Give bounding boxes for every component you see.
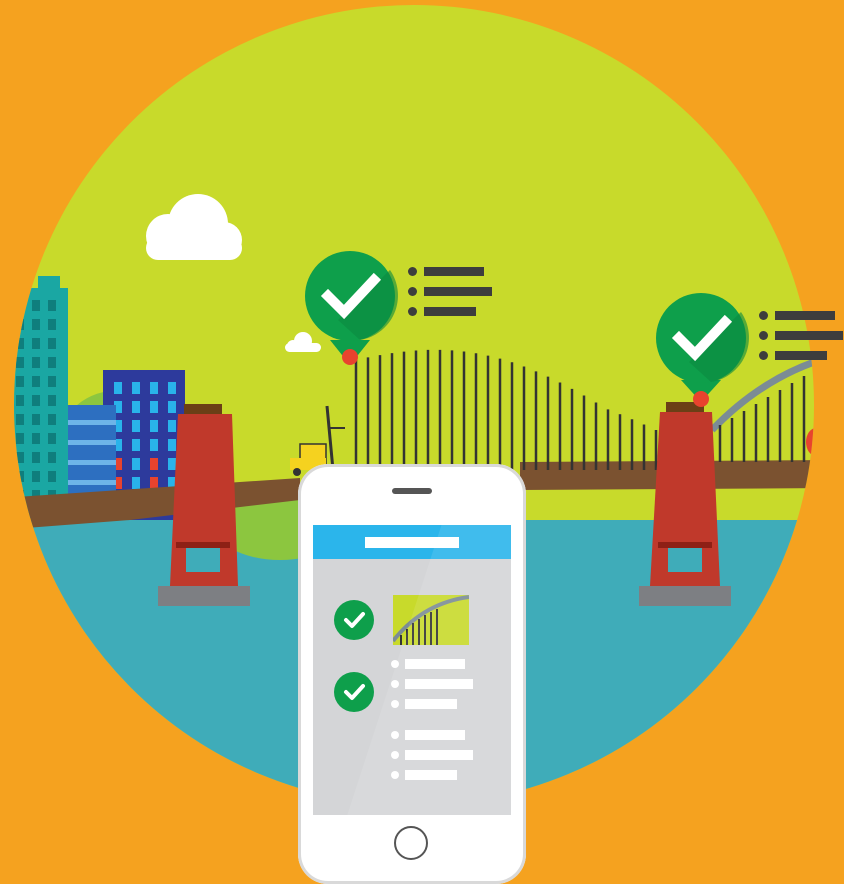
window [48, 376, 56, 387]
window [132, 458, 140, 470]
window [32, 395, 40, 406]
window [16, 414, 24, 425]
window [16, 319, 24, 330]
window [32, 452, 40, 463]
window [168, 458, 176, 470]
vehicle [806, 428, 814, 456]
window [48, 471, 56, 482]
window [150, 477, 158, 489]
window [32, 376, 40, 387]
window [32, 300, 40, 311]
smartphone [298, 464, 526, 884]
window [168, 382, 176, 394]
phone-speaker [392, 488, 432, 494]
window [32, 319, 40, 330]
window [150, 458, 158, 470]
window [132, 477, 140, 489]
check-icon [334, 672, 374, 712]
window [114, 382, 122, 394]
window [16, 395, 24, 406]
window [48, 338, 56, 349]
window [32, 338, 40, 349]
window [132, 420, 140, 432]
window [132, 439, 140, 451]
window [16, 357, 24, 368]
phone-screen [313, 525, 511, 815]
window [16, 452, 24, 463]
window [48, 414, 56, 425]
window [16, 376, 24, 387]
window [150, 420, 158, 432]
window [168, 420, 176, 432]
window [48, 433, 56, 444]
window [48, 452, 56, 463]
window [32, 471, 40, 482]
window [16, 471, 24, 482]
window [48, 357, 56, 368]
window [48, 395, 56, 406]
window [16, 433, 24, 444]
window [132, 401, 140, 413]
window [150, 401, 158, 413]
window [32, 433, 40, 444]
window [16, 300, 24, 311]
window [168, 439, 176, 451]
window [32, 357, 40, 368]
window [168, 401, 176, 413]
window [32, 414, 40, 425]
window [48, 300, 56, 311]
pin-checklist-right [759, 306, 844, 366]
window [150, 439, 158, 451]
window [132, 382, 140, 394]
home-button-icon[interactable] [394, 826, 428, 860]
check-icon [334, 600, 374, 640]
pin-checklist-left [408, 262, 498, 322]
window [150, 382, 158, 394]
window [48, 319, 56, 330]
screen-glare [318, 525, 511, 815]
window [16, 490, 24, 501]
window [16, 338, 24, 349]
